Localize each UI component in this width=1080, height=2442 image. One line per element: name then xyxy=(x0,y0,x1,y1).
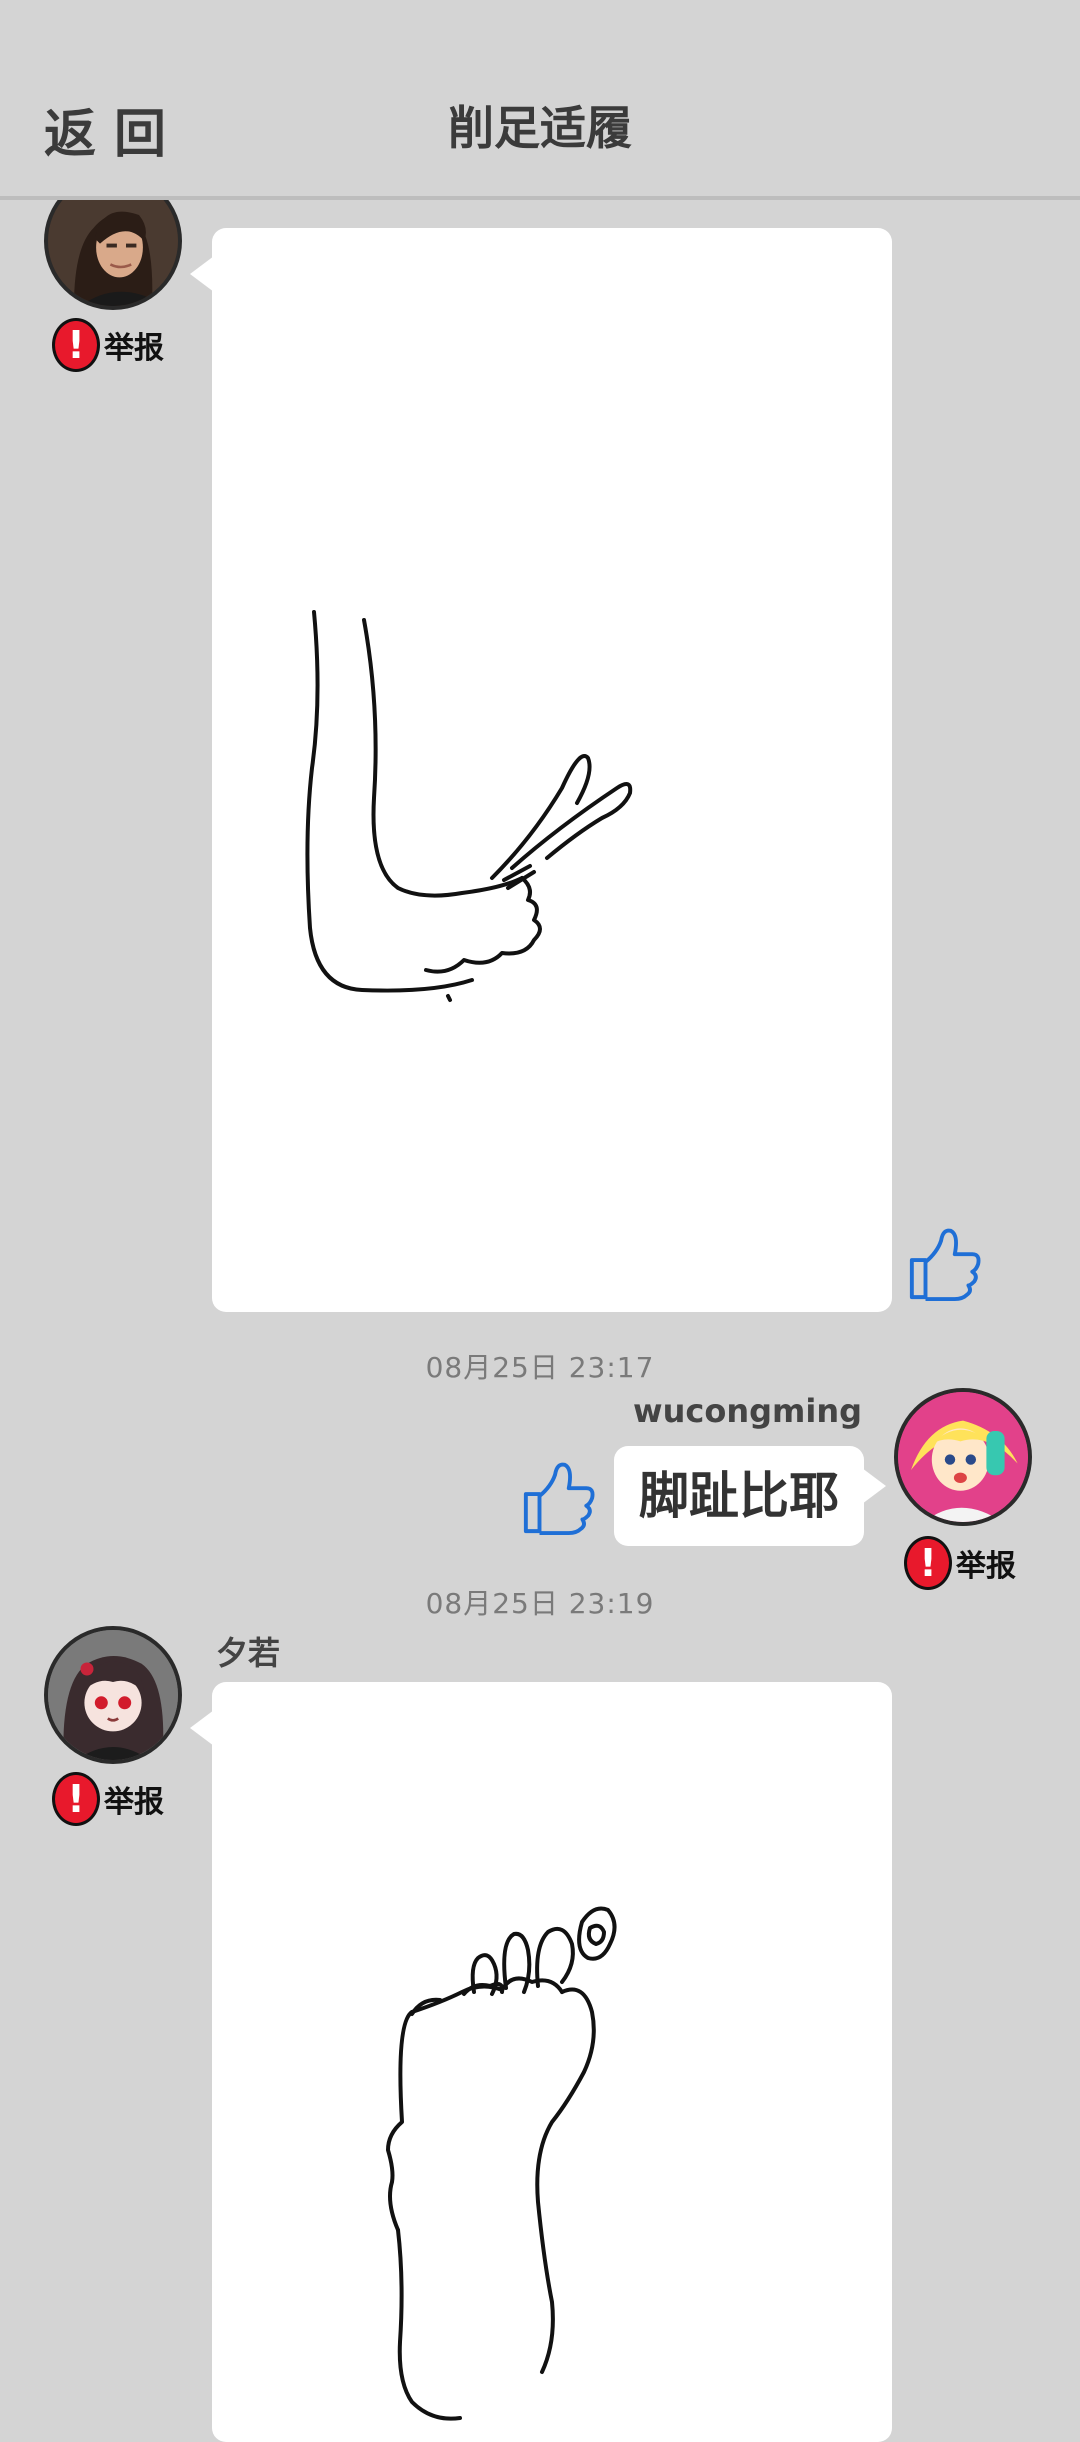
page-title: 削足适履 xyxy=(448,101,632,155)
report-label: 举报 xyxy=(104,331,164,366)
text-bubble[interactable]: 脚趾比耶 xyxy=(614,1446,886,1546)
foot-drawing xyxy=(305,610,633,1002)
report-button[interactable]: ! 举报 xyxy=(52,318,164,372)
report-button[interactable]: ! 举报 xyxy=(52,1772,164,1826)
message-timestamp: 08月25日 23:19 xyxy=(425,1587,655,1620)
drawing-bubble[interactable] xyxy=(190,228,892,1312)
message-username: wucongming xyxy=(633,1392,862,1430)
message-timestamp: 08月25日 23:17 xyxy=(425,1351,655,1384)
warning-icon: ! xyxy=(52,1772,100,1826)
warning-icon: ! xyxy=(52,318,100,372)
drawing-bubble[interactable] xyxy=(190,1682,892,2442)
avatar[interactable] xyxy=(44,1626,182,1764)
like-icon[interactable] xyxy=(906,1222,984,1304)
top-bar: 返回 削足适履 xyxy=(0,0,1080,200)
message-username: 夕若 xyxy=(216,1634,281,1672)
like-icon[interactable] xyxy=(520,1456,598,1538)
report-label: 举报 xyxy=(956,1549,1016,1584)
message-text: 脚趾比耶 xyxy=(639,1467,839,1525)
foot-drawing xyxy=(386,1906,617,2421)
avatar[interactable] xyxy=(894,1388,1032,1526)
report-label: 举报 xyxy=(104,1785,164,1820)
